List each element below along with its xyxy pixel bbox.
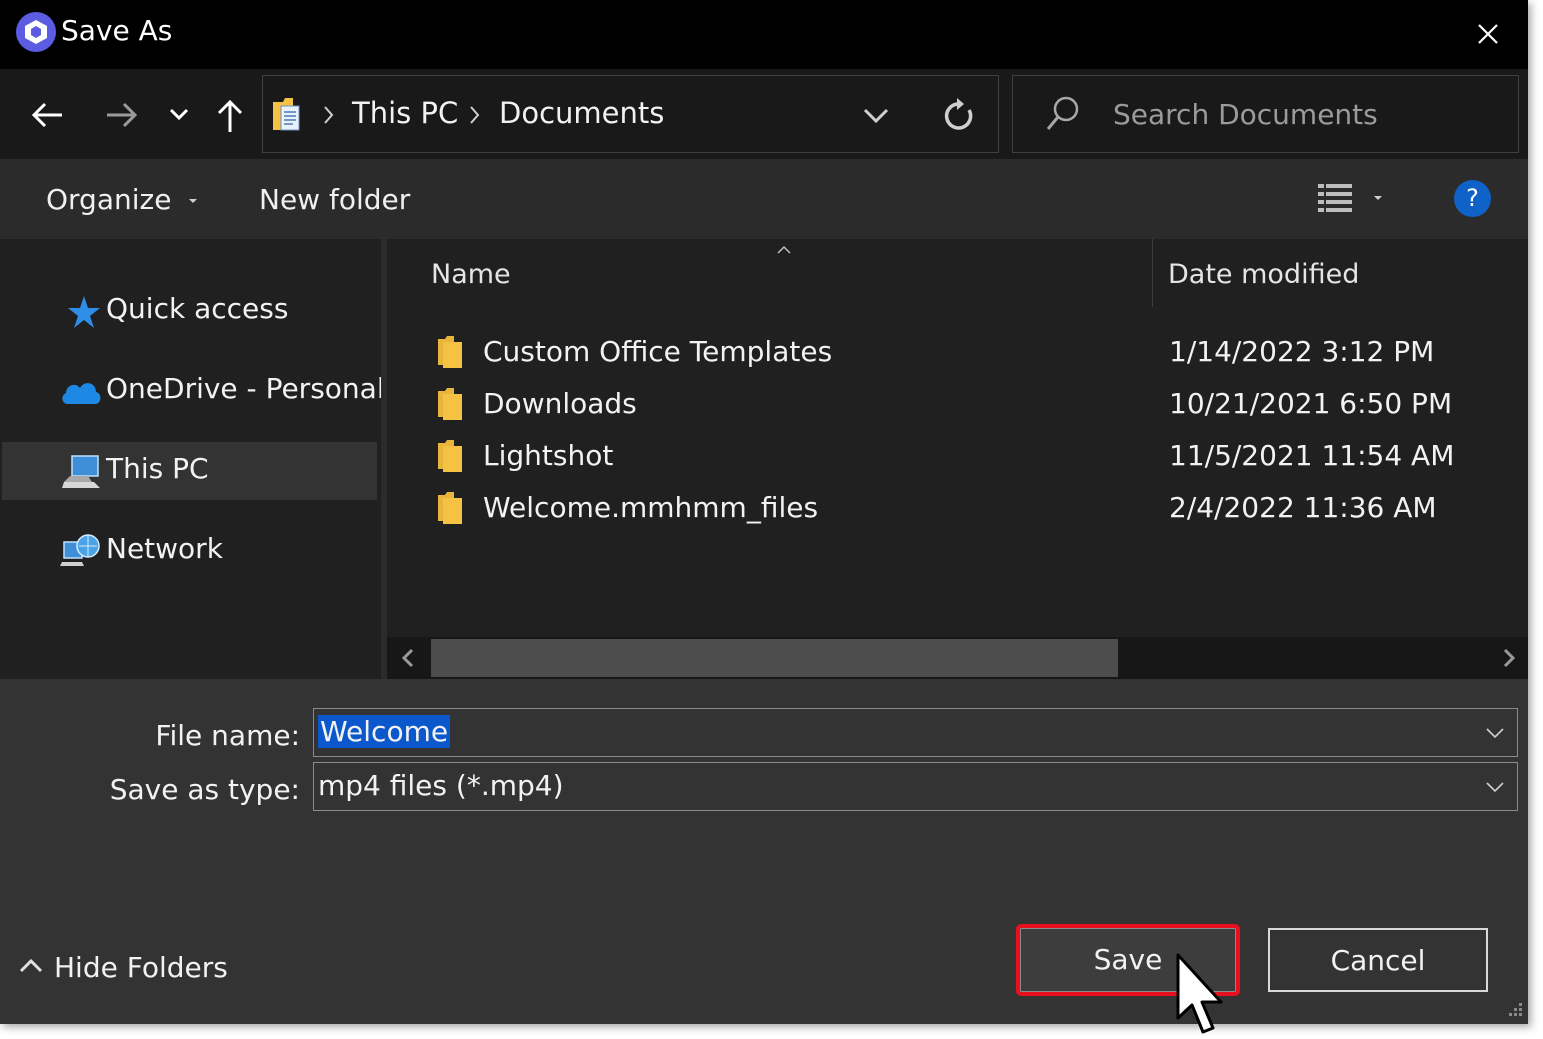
file-row[interactable]: Custom Office Templates 1/14/2022 3:12 P… bbox=[427, 327, 1517, 379]
file-row[interactable]: Downloads 10/21/2021 6:50 PM bbox=[427, 379, 1517, 431]
folder-icon bbox=[438, 336, 462, 368]
chevron-right-icon bbox=[470, 106, 480, 124]
column-divider[interactable] bbox=[1152, 239, 1153, 307]
documents-folder-icon bbox=[273, 98, 300, 131]
arrow-left-icon bbox=[31, 102, 62, 128]
sidebar-item-quick-access[interactable]: Quick access bbox=[2, 282, 377, 340]
folder-icon bbox=[438, 440, 462, 472]
refresh-icon[interactable] bbox=[939, 96, 979, 136]
computer-icon bbox=[62, 455, 100, 488]
file-date: 10/21/2021 6:50 PM bbox=[1169, 387, 1453, 420]
file-date: 2/4/2022 11:36 AM bbox=[1169, 491, 1437, 524]
mouse-cursor-icon bbox=[1176, 953, 1223, 1034]
close-button[interactable] bbox=[1468, 14, 1508, 54]
hide-folders-label: Hide Folders bbox=[54, 951, 228, 984]
breadcrumb-this-pc[interactable]: This PC bbox=[352, 96, 458, 130]
column-header-name[interactable]: Name bbox=[431, 259, 511, 290]
search-icon bbox=[1046, 96, 1079, 130]
network-icon bbox=[60, 534, 100, 566]
cancel-button[interactable]: Cancel bbox=[1268, 928, 1488, 992]
view-options-button[interactable] bbox=[1316, 181, 1392, 219]
sidebar-item-this-pc[interactable]: This PC bbox=[2, 442, 377, 500]
chevron-down-icon[interactable] bbox=[1485, 723, 1505, 743]
sidebar-item-onedrive[interactable]: OneDrive - Personal bbox=[2, 362, 385, 420]
folder-icon bbox=[438, 492, 462, 524]
chevron-right-icon bbox=[324, 106, 334, 124]
arrow-up-icon bbox=[217, 99, 243, 132]
back-button[interactable] bbox=[28, 94, 68, 134]
details-view-icon bbox=[1318, 184, 1382, 212]
save-options-pane: File name: Welcome Save as type: mp4 fil… bbox=[0, 679, 1528, 1024]
save-type-label: Save as type: bbox=[109, 773, 300, 806]
navigation-bar: This PC Documents Search Documents bbox=[0, 69, 1528, 159]
search-input[interactable]: Search Documents bbox=[1113, 98, 1378, 131]
up-button[interactable] bbox=[210, 94, 250, 134]
file-name: Lightshot bbox=[483, 439, 614, 472]
sidebar-item-label: Network bbox=[106, 532, 223, 565]
file-name: Downloads bbox=[483, 387, 637, 420]
save-as-dialog: Save As This PC Documents Search Documen… bbox=[0, 0, 1528, 1024]
save-type-select[interactable]: mp4 files (*.mp4) bbox=[313, 762, 1518, 811]
scroll-left-icon[interactable] bbox=[396, 645, 422, 671]
search-box[interactable]: Search Documents bbox=[1012, 75, 1519, 153]
navigation-pane: Quick access OneDrive - Personal This PC bbox=[0, 239, 385, 679]
resize-grip-icon[interactable] bbox=[1505, 1001, 1525, 1021]
chevron-down-icon[interactable] bbox=[1485, 777, 1505, 797]
forward-button[interactable] bbox=[101, 94, 141, 134]
chevron-down-icon bbox=[169, 108, 189, 121]
new-folder-button[interactable]: New folder bbox=[259, 183, 410, 216]
save-type-value: mp4 files (*.mp4) bbox=[318, 769, 564, 802]
folder-icon bbox=[438, 388, 462, 420]
command-bar: Organize New folder ? bbox=[0, 159, 1528, 239]
title-bar: Save As bbox=[0, 0, 1528, 69]
window-title: Save As bbox=[61, 14, 173, 47]
file-name-field[interactable]: Welcome bbox=[313, 708, 1518, 757]
file-name-label: File name: bbox=[155, 719, 300, 752]
scrollbar-thumb[interactable] bbox=[431, 639, 1118, 677]
cloud-icon bbox=[62, 383, 101, 404]
file-row[interactable]: Lightshot 11/5/2021 11:54 AM bbox=[427, 431, 1517, 483]
column-header-date-modified[interactable]: Date modified bbox=[1168, 259, 1359, 290]
file-date: 11/5/2021 11:54 AM bbox=[1169, 439, 1455, 472]
close-icon bbox=[1478, 24, 1498, 44]
horizontal-scrollbar[interactable] bbox=[387, 637, 1528, 679]
file-row[interactable]: Welcome.mmhmm_files 2/4/2022 11:36 AM bbox=[427, 483, 1517, 535]
file-list: Name Date modified Custom Office Templat… bbox=[387, 239, 1528, 637]
address-dropdown-icon[interactable] bbox=[861, 102, 891, 128]
sidebar-item-label: OneDrive - Personal bbox=[106, 372, 385, 405]
chevron-up-icon bbox=[19, 958, 43, 973]
arrow-right-icon bbox=[107, 102, 138, 128]
address-bar[interactable]: This PC Documents bbox=[262, 75, 999, 153]
file-name: Welcome.mmhmm_files bbox=[483, 491, 819, 524]
scroll-right-icon[interactable] bbox=[1495, 645, 1521, 671]
sort-ascending-icon bbox=[777, 245, 791, 254]
caret-down-icon bbox=[189, 199, 198, 203]
file-date: 1/14/2022 3:12 PM bbox=[1169, 335, 1435, 368]
breadcrumb-documents[interactable]: Documents bbox=[499, 96, 664, 130]
recent-locations-button[interactable] bbox=[160, 94, 200, 134]
sidebar-item-network[interactable]: Network bbox=[2, 522, 377, 580]
star-icon bbox=[68, 296, 100, 328]
file-name: Custom Office Templates bbox=[483, 335, 833, 368]
organize-label: Organize bbox=[46, 183, 172, 216]
organize-menu[interactable]: Organize bbox=[46, 183, 200, 216]
file-name-input[interactable]: Welcome bbox=[318, 715, 451, 748]
sidebar-item-label: Quick access bbox=[106, 292, 289, 325]
app-logo-icon bbox=[16, 12, 56, 52]
help-button[interactable]: ? bbox=[1454, 180, 1491, 217]
sidebar-item-label: This PC bbox=[106, 452, 209, 485]
